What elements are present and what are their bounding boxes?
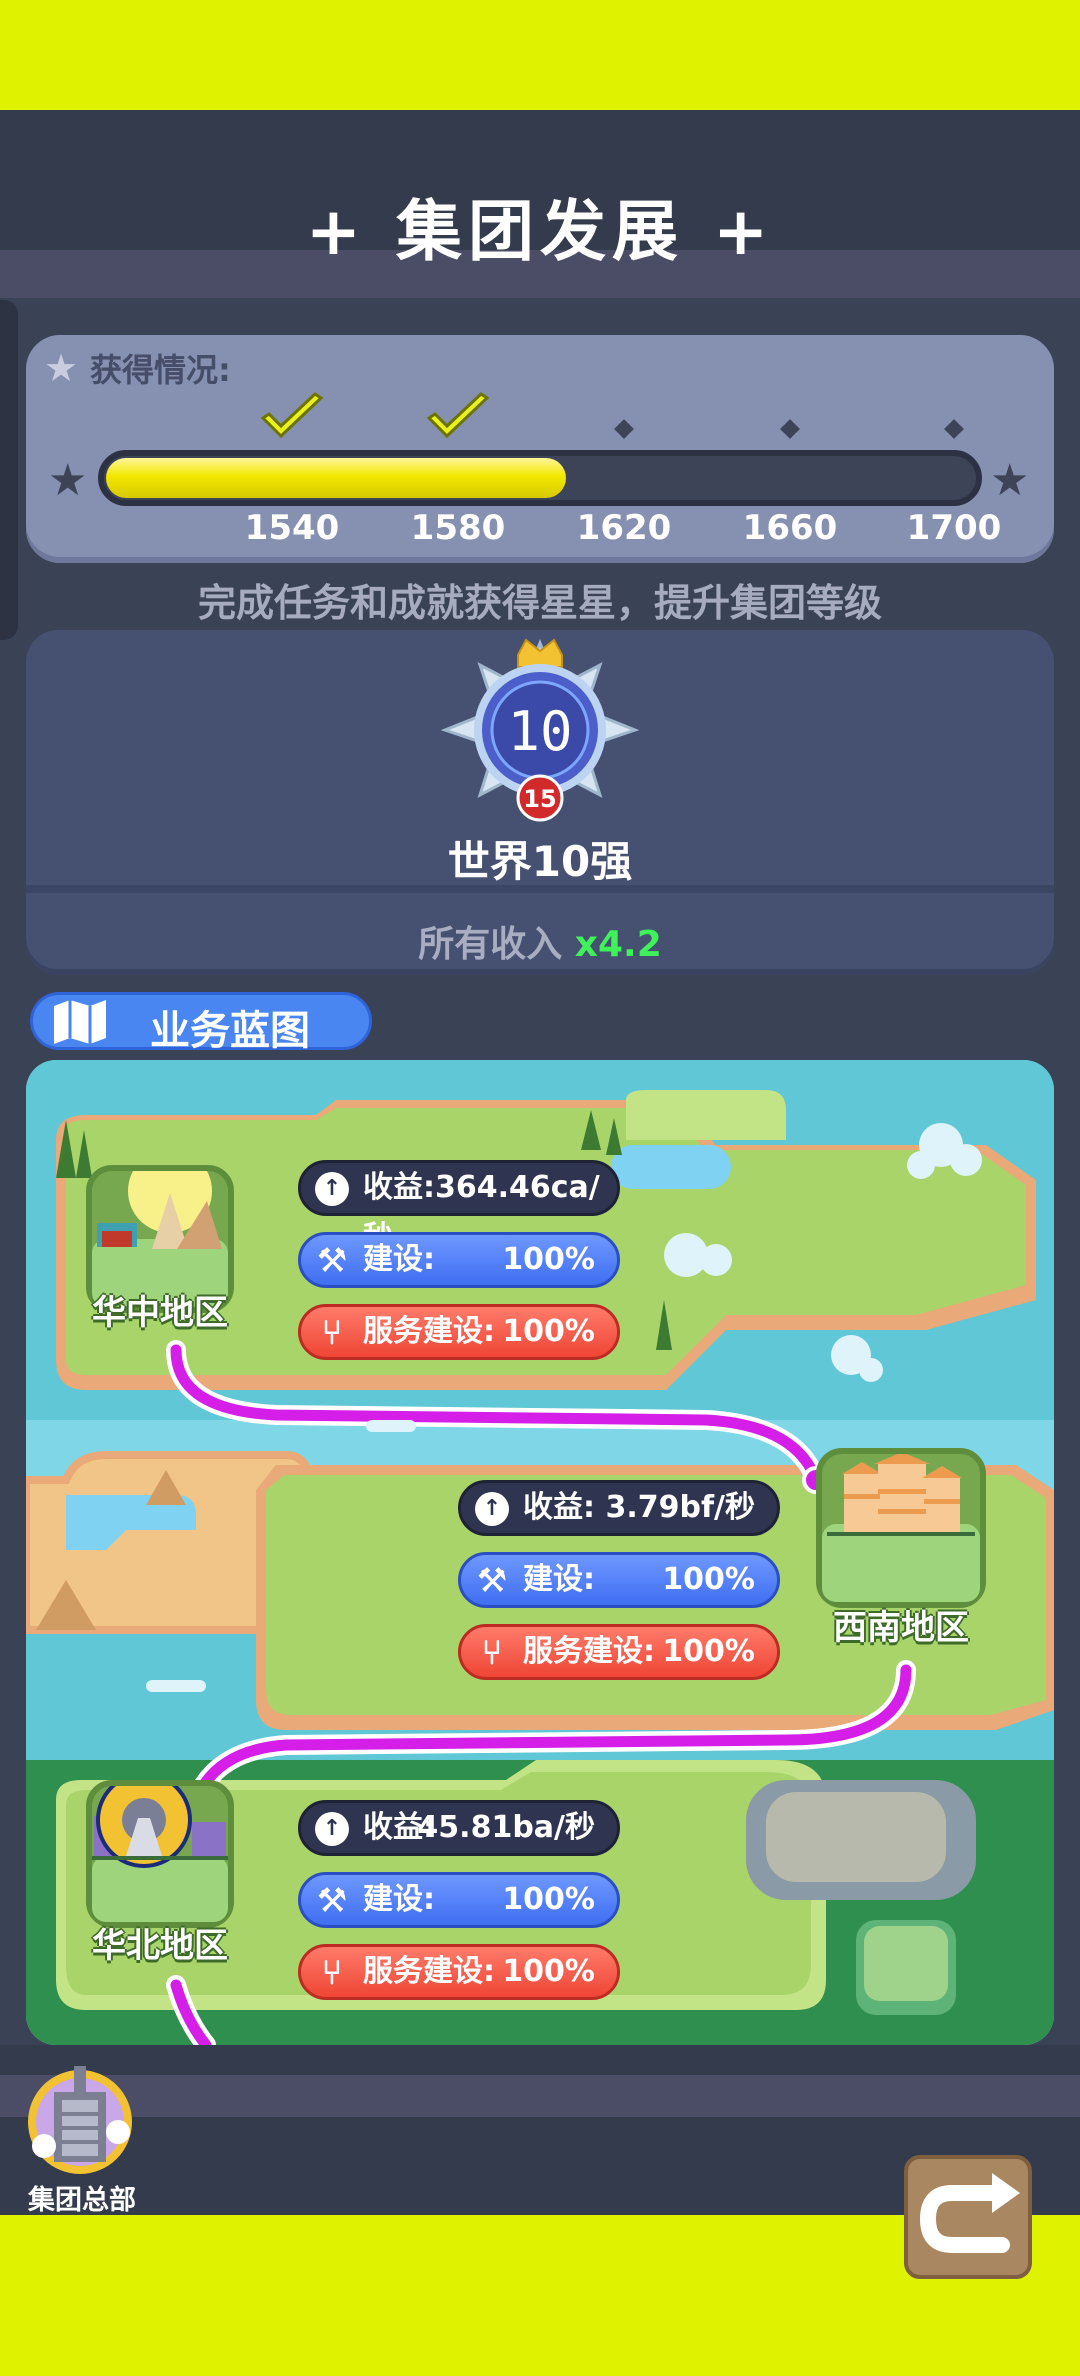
build-pill[interactable]: ⚒ 建设: 100% bbox=[298, 1872, 620, 1928]
service-build-pill[interactable]: ⑂ 服务建设: 100% bbox=[298, 1944, 620, 2000]
hammer-icon: ⚒ bbox=[476, 1561, 508, 1601]
fork-knife-icon: ⑂ bbox=[481, 1633, 503, 1673]
footer-stripe bbox=[0, 2075, 1080, 2117]
star-right-icon: ★ bbox=[990, 455, 1030, 506]
build-pill[interactable]: ⚒ 建设: 100% bbox=[298, 1232, 620, 1288]
page-title: + 集团发展 + bbox=[305, 193, 775, 270]
tower-icon bbox=[92, 1772, 228, 1922]
income-multiplier-row: 所有收入 x4.2 bbox=[0, 915, 1080, 967]
star-milestone-label: 1660 bbox=[742, 508, 838, 548]
map-icon bbox=[54, 1000, 106, 1044]
fork-knife-icon: ⑂ bbox=[321, 1313, 343, 1353]
rank-badge: 10 15 bbox=[440, 638, 640, 822]
star-progress-label: 获得情况: bbox=[90, 351, 231, 389]
star-hint-text: 完成任务和成就获得星星，提升集团等级 bbox=[197, 581, 882, 625]
star-icon: ★ bbox=[44, 346, 79, 390]
top-band bbox=[0, 0, 1080, 110]
business-map: 华中地区 西南地区 华北地区 ↑ 收益:364.46ca/秒 ⚒ 建设: bbox=[26, 1060, 1054, 2045]
rank-name: 世界10强 bbox=[447, 837, 633, 886]
rank-badge-level: 15 bbox=[523, 785, 556, 813]
return-arrow-icon bbox=[919, 2173, 1020, 2253]
rank-divider bbox=[26, 885, 1054, 893]
hammer-icon: ⚒ bbox=[316, 1241, 348, 1281]
rank-badge-number: 10 bbox=[507, 700, 572, 763]
check-icon bbox=[260, 392, 324, 439]
hq-label: 集团总部 bbox=[28, 2185, 136, 2216]
region-name-central: 华中地区 bbox=[92, 1293, 228, 1333]
region-name-southwest: 西南地区 bbox=[833, 1608, 969, 1648]
income-icon: ↑ bbox=[315, 1172, 349, 1206]
hammer-icon: ⚒ bbox=[316, 1881, 348, 1921]
hq-building-button[interactable] bbox=[22, 2058, 138, 2178]
income-icon: ↑ bbox=[475, 1492, 509, 1526]
region-thumb-north[interactable] bbox=[86, 1772, 234, 1928]
service-build-pill[interactable]: ⑂ 服务建设: 100% bbox=[298, 1304, 620, 1360]
income-pill: ↑ 收益: 3.79bf/秒 bbox=[458, 1480, 780, 1536]
palace-icon bbox=[822, 1452, 980, 1602]
income-label: 所有收入 bbox=[418, 924, 563, 965]
star-milestone-label: 1620 bbox=[576, 508, 672, 548]
check-icon bbox=[426, 392, 490, 439]
star-milestone-label: 1700 bbox=[906, 508, 1002, 548]
star-milestone-label: 1540 bbox=[244, 508, 340, 548]
income-pill: ↑ 收益: 45.81ba/秒 bbox=[298, 1800, 620, 1856]
income-icon: ↑ bbox=[315, 1812, 349, 1846]
star-progress-fill bbox=[106, 458, 566, 498]
return-button[interactable] bbox=[904, 2155, 1032, 2279]
build-pill[interactable]: ⚒ 建设: 100% bbox=[458, 1552, 780, 1608]
income-pill: ↑ 收益:364.46ca/秒 bbox=[298, 1160, 620, 1255]
blueprint-title: 业务蓝图 bbox=[150, 1008, 310, 1054]
star-left-icon: ★ bbox=[48, 455, 88, 506]
region-name-north: 华北地区 bbox=[92, 1926, 228, 1966]
income-multiplier: x4.2 bbox=[574, 924, 662, 965]
service-build-pill[interactable]: ⑂ 服务建设: 100% bbox=[458, 1624, 780, 1680]
fork-knife-icon: ⑂ bbox=[321, 1953, 343, 1993]
region-thumb-southwest[interactable] bbox=[816, 1448, 986, 1608]
star-milestone-label: 1580 bbox=[410, 508, 506, 548]
